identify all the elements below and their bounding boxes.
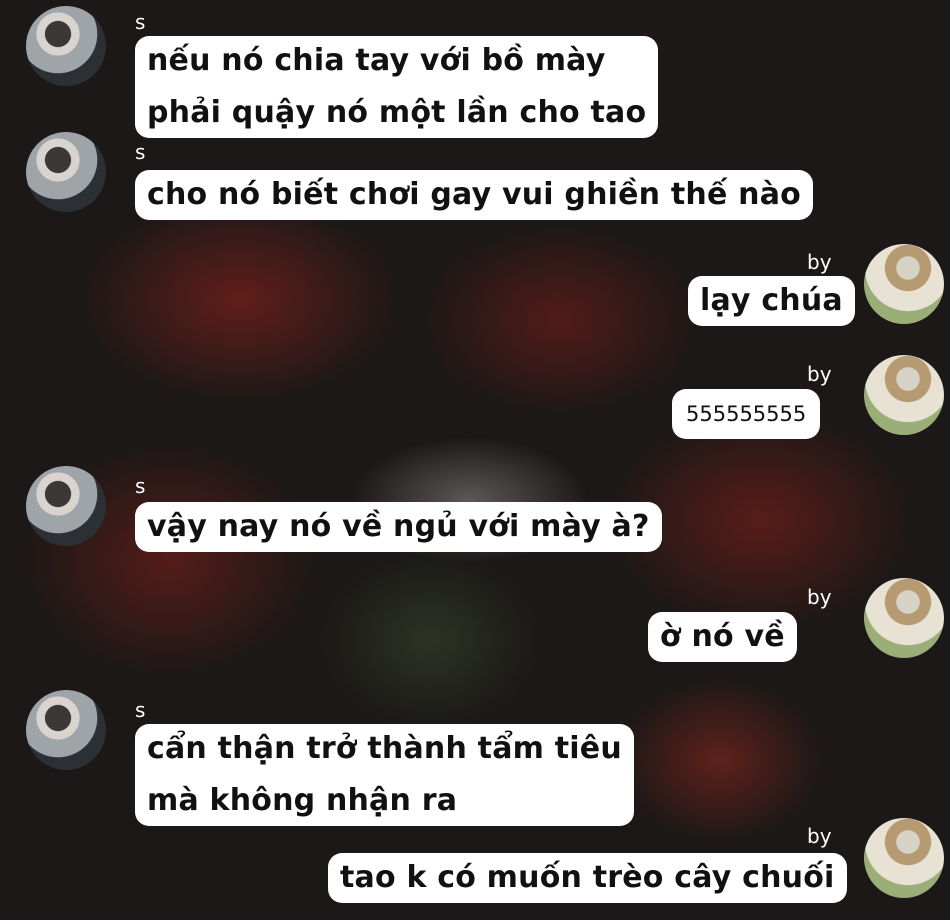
avatar[interactable]	[26, 132, 106, 212]
avatar[interactable]	[26, 6, 106, 86]
message-bubble[interactable]: 555555555	[672, 389, 821, 439]
message-text: nếu nó chia tay với bồ mày	[147, 43, 606, 78]
avatar[interactable]	[864, 244, 944, 324]
message-bubble[interactable]: cẩn thận trở thành tẩm tiêu mà không nhậ…	[135, 724, 634, 826]
message-text: phải quậy nó một lần cho tao	[147, 95, 647, 130]
avatar[interactable]	[864, 578, 944, 658]
message-bubble[interactable]: nếu nó chia tay với bồ mày phải quậy nó …	[135, 36, 659, 138]
sender-name: s	[135, 10, 146, 34]
avatar[interactable]	[26, 690, 106, 770]
message-text: cho nó biết chơi gay vui ghiền thế nào	[147, 177, 801, 212]
message-bubble[interactable]: lạy chúa	[688, 276, 855, 326]
message-text: mà không nhận ra	[147, 783, 458, 818]
sender-name: by	[807, 585, 832, 609]
sender-name: by	[807, 250, 832, 274]
message-text: ờ nó về	[660, 619, 785, 654]
sender-name: s	[135, 698, 146, 722]
sender-name: s	[135, 140, 146, 164]
message-bubble[interactable]: ờ nó về	[648, 612, 797, 662]
message-text: cẩn thận trở thành tẩm tiêu	[147, 731, 622, 766]
sender-name: by	[807, 362, 832, 386]
message-bubble[interactable]: tao k có muốn trèo cây chuối	[328, 853, 847, 903]
message-bubble[interactable]: cho nó biết chơi gay vui ghiền thế nào	[135, 170, 813, 220]
avatar[interactable]	[26, 466, 106, 546]
message-text: lạy chúa	[700, 283, 843, 318]
avatar[interactable]	[864, 818, 944, 898]
sender-name: by	[807, 824, 832, 848]
message-text: 555555555	[686, 402, 807, 426]
sender-name: s	[135, 474, 146, 498]
message-text: tao k có muốn trèo cây chuối	[340, 860, 835, 895]
message-text: vậy nay nó về ngủ với mày à?	[147, 509, 650, 544]
avatar[interactable]	[864, 355, 944, 435]
message-bubble[interactable]: vậy nay nó về ngủ với mày à?	[135, 502, 662, 552]
